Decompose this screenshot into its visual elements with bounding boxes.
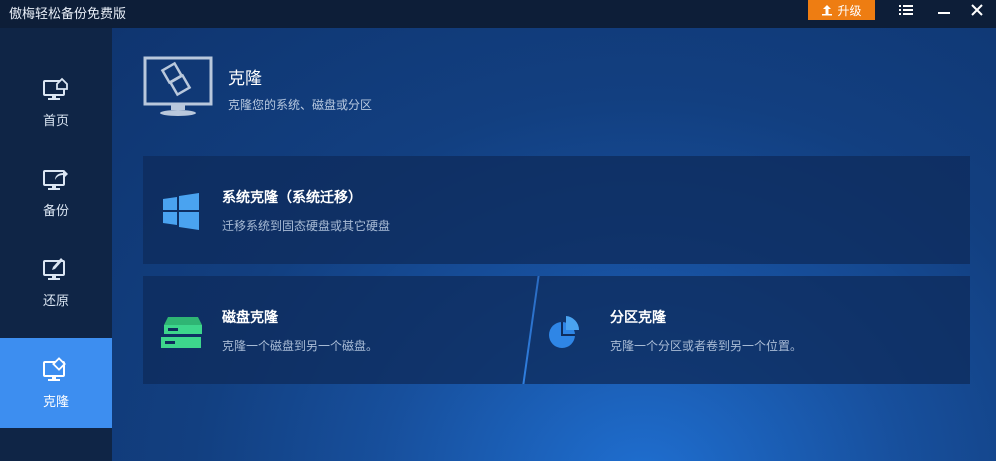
page-title: 克隆 xyxy=(228,69,262,89)
disk-clone-icon xyxy=(160,315,204,353)
windows-icon xyxy=(162,192,200,236)
upgrade-button[interactable]: 升级 xyxy=(808,0,875,20)
sidebar-item-label: 克隆 xyxy=(42,394,69,410)
partition-clone-desc: 克隆一个分区或者卷到另一个位置。 xyxy=(610,339,803,353)
clone-monitor-icon xyxy=(143,56,215,118)
page-subtitle: 克隆您的系统、磁盘或分区 xyxy=(228,98,373,112)
sidebar: 首页 备份 还原 克隆 xyxy=(0,28,112,461)
minimize-icon[interactable] xyxy=(929,0,959,20)
backup-monitor-icon xyxy=(43,166,69,192)
system-clone-desc: 迁移系统到固态硬盘或其它硬盘 xyxy=(222,219,391,233)
disk-clone-option[interactable]: 磁盘克隆 克隆一个磁盘到另一个磁盘。 xyxy=(143,276,531,384)
sidebar-item-label: 备份 xyxy=(42,203,69,219)
disk-clone-desc: 克隆一个磁盘到另一个磁盘。 xyxy=(222,339,379,353)
sidebar-item-label: 首页 xyxy=(42,113,69,129)
sidebar-item-restore[interactable]: 还原 xyxy=(0,237,112,327)
sidebar-item-home[interactable]: 首页 xyxy=(0,57,112,147)
main-panel: 克隆 克隆您的系统、磁盘或分区 系统克隆（系统迁移） 迁移系统到固态硬盘或其它硬… xyxy=(112,28,996,461)
partition-clone-option[interactable]: 分区克隆 克隆一个分区或者卷到另一个位置。 xyxy=(532,276,970,384)
home-monitor-icon xyxy=(43,76,69,102)
system-clone-option[interactable]: 系统克隆（系统迁移） 迁移系统到固态硬盘或其它硬盘 xyxy=(143,156,970,264)
upgrade-arrow-icon xyxy=(821,4,833,16)
menu-icon[interactable] xyxy=(891,0,921,20)
sidebar-item-clone[interactable]: 克隆 xyxy=(0,338,112,428)
upgrade-label: 升级 xyxy=(837,3,862,18)
app-title: 傲梅轻松备份免费版 xyxy=(9,7,127,22)
close-icon[interactable] xyxy=(962,0,992,20)
partition-pie-icon xyxy=(548,314,580,354)
disk-clone-title: 磁盘克隆 xyxy=(222,310,278,326)
clone-monitor-icon xyxy=(43,356,69,383)
sidebar-item-backup[interactable]: 备份 xyxy=(0,147,112,237)
title-bar: 傲梅轻松备份免费版 升级 xyxy=(0,0,996,28)
restore-monitor-icon xyxy=(43,256,69,282)
sidebar-item-label: 还原 xyxy=(42,293,69,309)
partition-clone-title: 分区克隆 xyxy=(610,310,666,326)
system-clone-title: 系统克隆（系统迁移） xyxy=(222,190,362,206)
